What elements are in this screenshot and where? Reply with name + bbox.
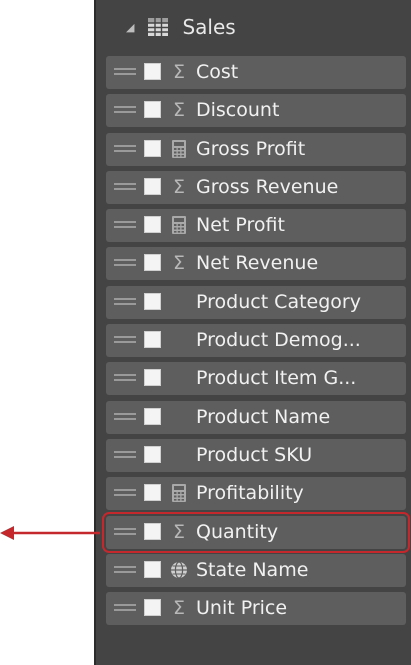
field-item[interactable]: Gross Profit [106, 132, 406, 166]
globe-icon [170, 560, 188, 580]
sigma-icon: Σ [172, 252, 185, 275]
sigma-icon: Σ [172, 61, 185, 83]
field-item[interactable]: Product Demog... [106, 324, 406, 358]
field-label: State Name [196, 558, 309, 581]
sigma-icon: Σ [172, 99, 185, 122]
drag-handle-icon[interactable] [114, 450, 136, 459]
field-label: Unit Price [196, 597, 288, 620]
field-label: Quantity [196, 520, 279, 543]
drag-handle-icon[interactable] [114, 604, 136, 612]
field-label: Net Profit [196, 214, 285, 237]
drag-handle-icon[interactable] [114, 412, 136, 421]
field-label: Discount [196, 99, 280, 122]
field-label: Gross Profit [196, 137, 306, 160]
field-item[interactable]: Σ Cost [106, 56, 406, 89]
field-item[interactable]: Product Category [106, 285, 406, 319]
drag-handle-icon[interactable] [114, 374, 136, 382]
calculator-icon [170, 139, 188, 159]
fields-panel: ◢ Sales Σ Cost Σ Discount Gross Profit Σ Gross… [94, 0, 411, 665]
calculator-icon [170, 483, 188, 503]
field-checkbox[interactable] [144, 63, 161, 80]
drag-handle-icon[interactable] [114, 221, 136, 229]
left-arrow-icon [0, 526, 100, 540]
field-label: Product Category [196, 290, 361, 313]
field-item[interactable]: Σ Unit Price [106, 592, 406, 626]
drag-handle-icon[interactable] [114, 565, 136, 574]
field-item[interactable]: State Name [106, 553, 406, 587]
table-title: Sales [182, 15, 236, 39]
field-item[interactable]: Σ Discount [106, 94, 406, 128]
field-label: Product Name [196, 405, 331, 428]
field-item[interactable]: Product Item G... [106, 362, 406, 396]
field-checkbox[interactable] [144, 101, 161, 119]
drag-handle-icon[interactable] [114, 489, 136, 497]
field-item[interactable]: Product Name [106, 400, 406, 434]
field-label: Product Item G... [196, 367, 357, 390]
field-item[interactable]: Product SKU [106, 438, 406, 472]
field-checkbox[interactable] [144, 254, 161, 272]
field-label: Product SKU [196, 443, 313, 466]
field-checkbox[interactable] [144, 445, 161, 463]
collapse-caret-icon[interactable]: ◢ [126, 21, 134, 34]
field-label: Gross Revenue [196, 175, 339, 198]
field-item[interactable]: Σ Gross Revenue [106, 170, 406, 204]
field-checkbox[interactable] [144, 177, 161, 195]
field-label: Product Demog... [196, 329, 361, 352]
field-checkbox[interactable] [144, 292, 161, 310]
field-checkbox[interactable] [144, 407, 161, 425]
field-checkbox[interactable] [144, 484, 161, 502]
drag-handle-icon[interactable] [114, 182, 136, 191]
table-grid-icon [148, 18, 169, 36]
field-label: Net Revenue [196, 252, 319, 275]
field-item[interactable]: Σ Net Revenue [106, 247, 406, 281]
field-checkbox[interactable] [144, 560, 161, 578]
drag-handle-icon[interactable] [114, 259, 136, 267]
drag-handle-icon[interactable] [114, 68, 136, 76]
field-checkbox[interactable] [144, 216, 161, 234]
field-item[interactable]: Profitability [106, 477, 406, 511]
drag-handle-icon[interactable] [114, 297, 136, 306]
field-item[interactable]: Net Profit [106, 209, 406, 243]
field-list: Σ Cost Σ Discount Gross Profit Σ Gross Revenue… [102, 56, 410, 630]
field-checkbox[interactable] [144, 369, 161, 387]
field-checkbox[interactable] [144, 522, 161, 540]
table-header[interactable]: ◢ Sales [126, 10, 236, 44]
field-checkbox[interactable] [144, 599, 161, 617]
field-checkbox[interactable] [144, 331, 161, 349]
drag-handle-icon[interactable] [114, 336, 136, 344]
sigma-icon: Σ [172, 175, 185, 198]
sigma-icon: Σ [172, 520, 185, 543]
field-checkbox[interactable] [144, 139, 161, 157]
field-item[interactable]: Σ Quantity [102, 511, 410, 553]
field-label: Profitability [196, 482, 304, 505]
drag-handle-icon[interactable] [114, 144, 136, 153]
drag-handle-icon[interactable] [114, 527, 136, 536]
drag-handle-icon[interactable] [114, 106, 136, 114]
calculator-icon [170, 215, 188, 235]
sigma-icon: Σ [172, 597, 185, 620]
field-label: Cost [196, 61, 239, 83]
